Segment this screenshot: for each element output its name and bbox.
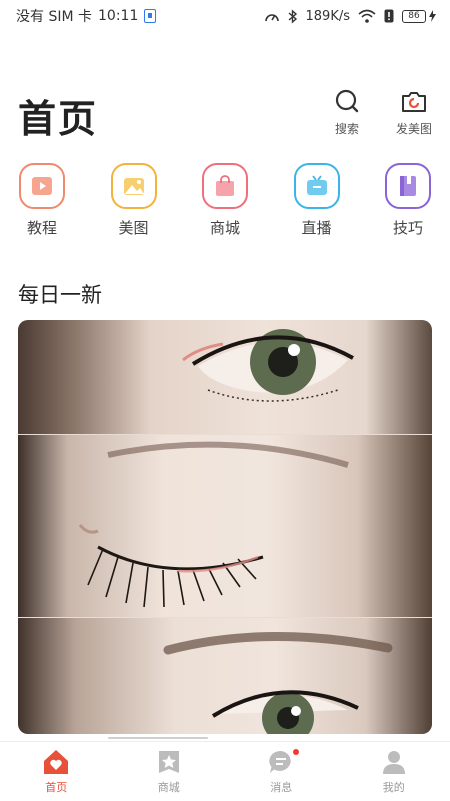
category-tutorial[interactable]: 教程 <box>16 163 68 238</box>
category-mall[interactable]: 商城 <box>199 163 251 238</box>
category-label: 美图 <box>118 217 148 238</box>
category-row: 教程 美图 商城 直播 技巧 <box>16 163 434 238</box>
nav-label: 首页 <box>45 779 67 795</box>
status-bar: 没有 SIM 卡 10:11 189K/s 86 <box>0 0 450 32</box>
nav-home[interactable]: 首页 <box>0 742 113 801</box>
battery-indicator: 86 <box>402 10 436 23</box>
unread-badge <box>293 749 299 755</box>
category-tips[interactable]: 技巧 <box>382 163 434 238</box>
nav-label: 商城 <box>158 779 180 795</box>
category-label: 教程 <box>27 217 57 238</box>
star-bag-icon <box>155 748 183 776</box>
speed-gauge-icon <box>264 9 280 23</box>
image-icon <box>111 163 157 209</box>
bottom-navigation: 首页 商城 消息 我的 <box>0 741 450 801</box>
alert-icon <box>384 9 394 23</box>
phone-notification-icon <box>144 9 156 23</box>
eyebrow-photo-panel <box>18 618 432 734</box>
post-photo-button[interactable]: 发美图 <box>386 88 442 137</box>
video-icon <box>19 163 65 209</box>
carrier-text: 没有 SIM 卡 <box>16 6 92 26</box>
nav-label: 我的 <box>383 779 405 795</box>
post-photo-label: 发美图 <box>396 120 432 137</box>
chat-bubble-icon <box>267 748 295 776</box>
section-title: 每日一新 <box>18 279 102 309</box>
category-label: 商城 <box>210 217 240 238</box>
nav-mall[interactable]: 商城 <box>113 742 226 801</box>
bluetooth-icon <box>288 9 298 24</box>
tv-icon <box>294 163 340 209</box>
shopping-bag-icon <box>202 163 248 209</box>
closed-eye-photo-panel <box>18 435 432 617</box>
category-label: 技巧 <box>393 217 423 238</box>
nav-label: 消息 <box>270 779 292 795</box>
user-icon <box>380 748 408 776</box>
page-title: 首页 <box>18 88 98 143</box>
category-photos[interactable]: 美图 <box>108 163 160 238</box>
search-label: 搜索 <box>335 120 359 137</box>
camera-icon <box>400 88 428 116</box>
search-icon <box>333 88 361 116</box>
network-speed: 189K/s <box>306 9 351 24</box>
search-button[interactable]: 搜索 <box>319 88 375 137</box>
clock: 10:11 <box>98 8 138 24</box>
charging-icon <box>429 10 436 22</box>
scroll-indicator <box>108 737 208 739</box>
daily-feature-image[interactable] <box>18 320 432 734</box>
home-heart-icon <box>42 748 70 776</box>
wifi-icon <box>358 9 376 23</box>
nav-profile[interactable]: 我的 <box>338 742 450 801</box>
eye-photo-panel <box>18 320 432 434</box>
category-label: 直播 <box>301 217 331 238</box>
book-icon <box>385 163 431 209</box>
battery-level: 86 <box>402 10 426 23</box>
category-live[interactable]: 直播 <box>291 163 343 238</box>
nav-messages[interactable]: 消息 <box>225 742 338 801</box>
